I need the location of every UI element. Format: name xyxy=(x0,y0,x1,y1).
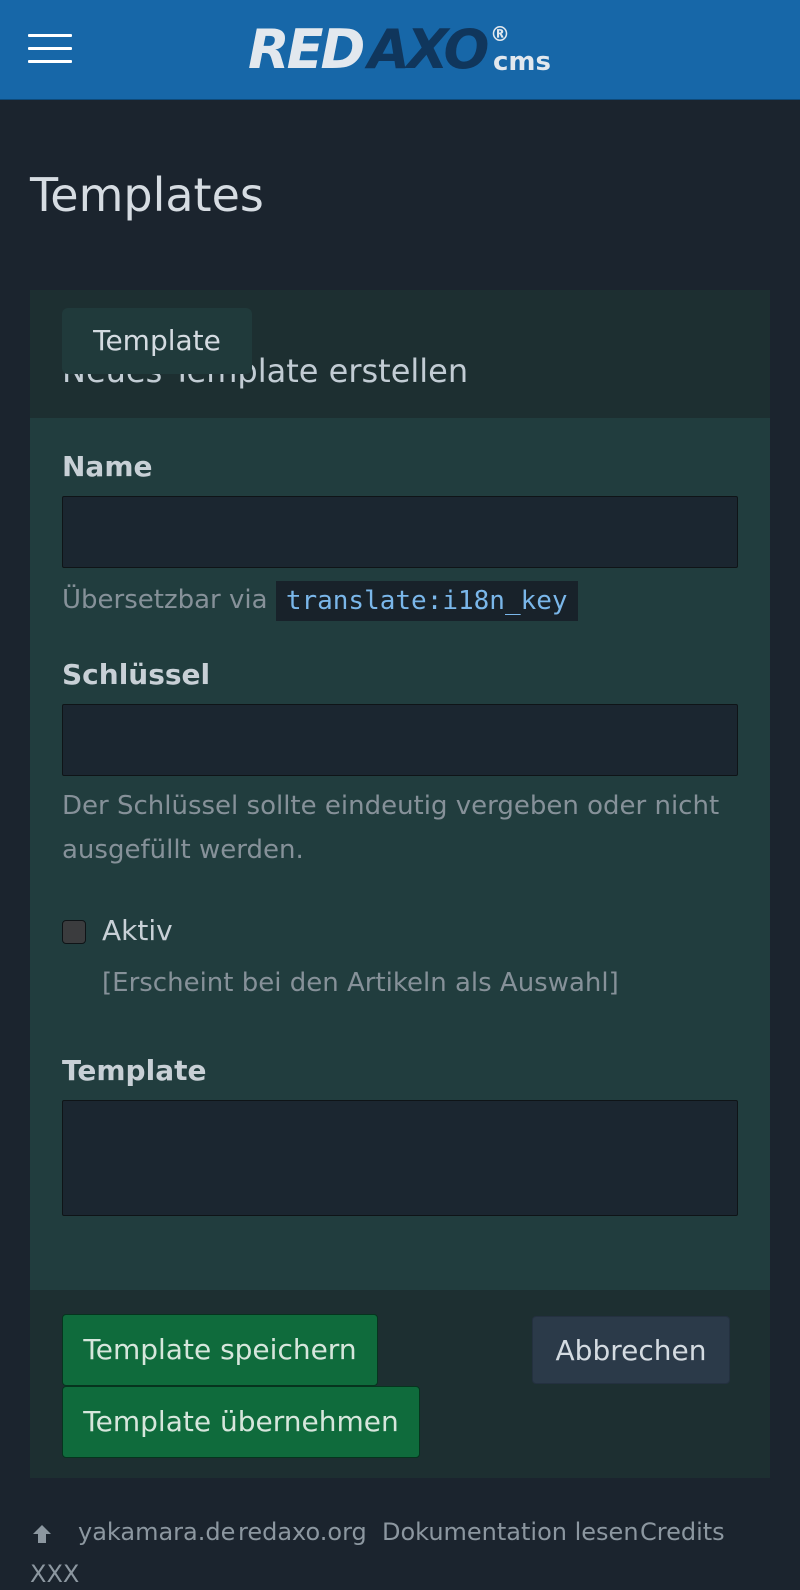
top-navbar: RED AXO ® cms xyxy=(0,0,800,100)
save-template-button[interactable]: Template speichern xyxy=(62,1314,378,1386)
footer-link-documentation[interactable]: Dokumentation lesen xyxy=(382,1518,639,1546)
footer-link-redaxo[interactable]: redaxo.org xyxy=(238,1518,367,1546)
active-checkbox[interactable] xyxy=(62,920,86,944)
active-label[interactable]: Aktiv xyxy=(102,914,173,947)
logo-cms: cms xyxy=(493,47,551,77)
panel-header: Neues Template erstellen Template xyxy=(30,290,770,418)
template-label: Template xyxy=(62,1054,207,1087)
name-label: Name xyxy=(62,450,153,483)
template-form-panel: Neues Template erstellen Template Name Ü… xyxy=(30,290,770,1478)
name-input[interactable] xyxy=(62,496,738,568)
footer-extra: XXX xyxy=(30,1560,80,1588)
panel-footer: Template speichern Template übernehmen A… xyxy=(30,1290,770,1478)
hamburger-line xyxy=(28,60,72,63)
redaxo-logo[interactable]: RED AXO ® cms xyxy=(248,18,551,81)
page-title: Templates xyxy=(30,168,264,222)
logo-axo: AXO xyxy=(368,18,489,81)
logo-registered-mark: ® xyxy=(490,22,510,46)
panel-body: Name Übersetzbar via translate:i18n_key … xyxy=(30,418,770,1290)
key-label: Schlüssel xyxy=(62,658,211,691)
tab-template[interactable]: Template xyxy=(62,308,252,374)
footer-link-yakamara[interactable]: yakamara.de xyxy=(78,1518,235,1546)
name-help: Übersetzbar via translate:i18n_key xyxy=(62,578,578,622)
i18n-code: translate:i18n_key xyxy=(275,580,578,621)
key-input[interactable] xyxy=(62,704,738,776)
cancel-button[interactable]: Abbrechen xyxy=(532,1316,730,1384)
hamburger-line xyxy=(28,47,72,50)
active-help: [Erscheint bei den Artikeln als Auswahl] xyxy=(102,968,619,998)
arrow-up-icon[interactable] xyxy=(30,1522,54,1546)
hamburger-line xyxy=(28,34,72,37)
hamburger-menu-icon[interactable] xyxy=(28,34,72,64)
template-textarea[interactable] xyxy=(62,1100,738,1216)
footer-link-credits[interactable]: Credits xyxy=(640,1518,725,1546)
name-help-text: Übersetzbar via xyxy=(62,585,268,615)
apply-template-button[interactable]: Template übernehmen xyxy=(62,1386,420,1458)
key-help: Der Schlüssel sollte eindeutig vergeben … xyxy=(62,791,720,865)
logo-red: RED xyxy=(248,18,365,81)
